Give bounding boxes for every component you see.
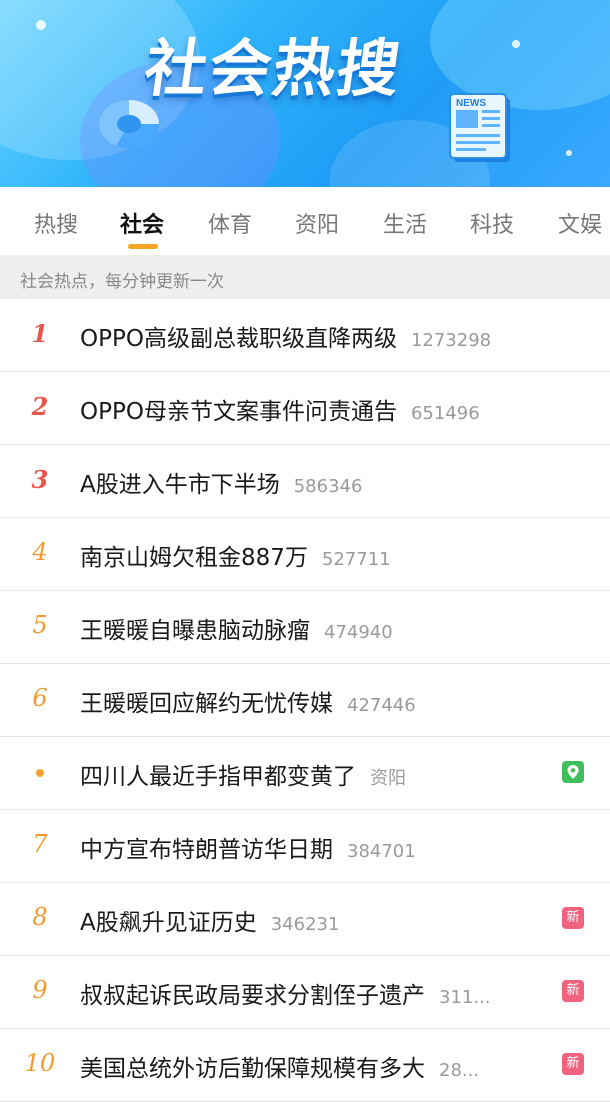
item-title: 南京山姆欠租金887万 527711 [80,545,391,571]
item-title: A股进入牛市下半场 586346 [80,472,363,498]
subheader: 社会热点，每分钟更新一次 [0,255,610,299]
tab-life[interactable]: 生活 [383,207,427,239]
heat-count: 651496 [410,403,480,424]
item-title: 美国总统外访后勤保障规模有多大 28... [80,1056,480,1082]
heat-count: 1273298 [410,330,492,351]
rank-number: 3 [31,465,49,494]
banner: 社会热搜 NEWS [0,0,610,187]
hot-search-list: 1 OPPO高级副总裁职级直降两级 1273298 2 OPPO母亲节文案事件问责… [0,299,610,1102]
list-item[interactable]: 10 美国总统外访后勤保障规模有多大 28... 新 [0,1029,610,1102]
tab-entertainment[interactable]: 文娱 [558,207,602,239]
category-tabs: 热搜 社会 体育 资阳 生活 科技 文娱 [0,187,610,255]
heat-count: 527711 [321,549,391,570]
item-title: 王暖暖回应解约无忧传媒 427446 [80,691,416,717]
item-title: OPPO高级副总裁职级直降两级 1273298 [80,326,492,352]
heat-count: 586346 [293,476,363,497]
rank-number: 6 [32,684,48,712]
item-title: 王暖暖自曝患脑动脉瘤 474940 [80,618,393,644]
heat-count: 346231 [270,914,340,935]
sparkle-icon [566,150,572,156]
heat-count: 28... [439,1060,480,1081]
new-badge: 新 [562,1053,584,1075]
rank-number: 1 [31,319,49,348]
location-icon [562,761,584,783]
rank-number: 5 [32,611,48,639]
rank-number: 9 [32,976,48,1004]
rank-number: 7 [32,830,48,858]
heat-count: 384701 [347,841,416,862]
new-badge: 新 [562,980,584,1002]
active-tab-indicator [128,244,158,249]
heat-count: 427446 [347,695,416,716]
rank-number: 10 [24,1049,56,1077]
tab-society[interactable]: 社会 [120,207,164,239]
tab-ziyang[interactable]: 资阳 [295,207,339,239]
list-item[interactable]: 3 A股进入牛市下半场 586346 [0,445,610,518]
subheader-text: 社会热点，每分钟更新一次 [20,272,224,292]
newspaper-icon: NEWS [449,93,510,162]
list-item[interactable]: 5 王暖暖自曝患脑动脉瘤 474940 [0,591,610,664]
rank-number: 2 [31,392,49,421]
tab-tech[interactable]: 科技 [470,207,514,239]
rank-number: 8 [32,903,48,931]
item-title: OPPO母亲节文案事件问责通告 651496 [80,399,480,425]
list-item[interactable]: 7 中方宣布特朗普访华日期 384701 [0,810,610,883]
rank-number: 4 [32,538,48,566]
item-title: A股飙升见证历史 346231 [80,910,340,936]
heat-count: 311... [439,987,491,1008]
item-title: 四川人最近手指甲都变黄了 资阳 [80,764,406,790]
list-item[interactable]: 4 南京山姆欠租金887万 527711 [0,518,610,591]
banner-title: 社会热搜 [140,32,407,105]
tab-sports[interactable]: 体育 [208,207,252,239]
item-title: 叔叔起诉民政局要求分割侄子遗产 311... [80,983,491,1009]
list-item[interactable]: 1 OPPO高级副总裁职级直降两级 1273298 [0,299,610,372]
sparkle-icon [512,40,520,48]
item-title: 中方宣布特朗普访华日期 384701 [80,837,416,863]
list-item[interactable]: 9 叔叔起诉民政局要求分割侄子遗产 311... 新 [0,956,610,1029]
new-badge: 新 [562,907,584,929]
list-item[interactable]: 2 OPPO母亲节文案事件问责通告 651496 [0,372,610,445]
location-tag: 资阳 [370,768,406,789]
heat-count: 474940 [324,622,393,643]
sparkle-icon [36,20,46,30]
news-label: NEWS [456,98,486,109]
list-item-local[interactable]: 四川人最近手指甲都变黄了 资阳 [0,737,610,810]
list-item[interactable]: 8 A股飙升见证历史 346231 新 [0,883,610,956]
bullet-dot [36,769,44,777]
tab-hot[interactable]: 热搜 [34,207,78,239]
list-item[interactable]: 6 王暖暖回应解约无忧传媒 427446 [0,664,610,737]
